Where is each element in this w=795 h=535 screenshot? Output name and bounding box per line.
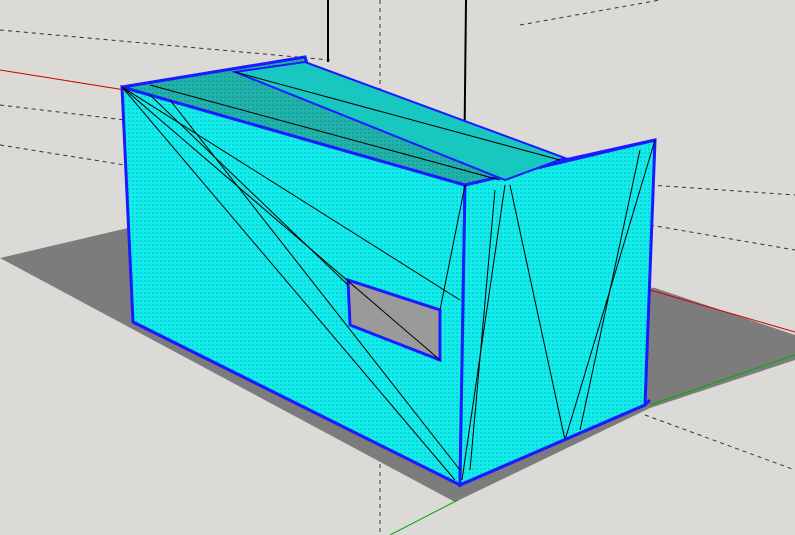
red-axis: [0, 69, 126, 91]
building-model[interactable]: [120, 55, 657, 488]
side-face[interactable]: [458, 138, 657, 488]
model-viewport[interactable]: [0, 0, 795, 535]
scene-canvas[interactable]: [0, 0, 795, 535]
green-axis: [389, 499, 459, 535]
